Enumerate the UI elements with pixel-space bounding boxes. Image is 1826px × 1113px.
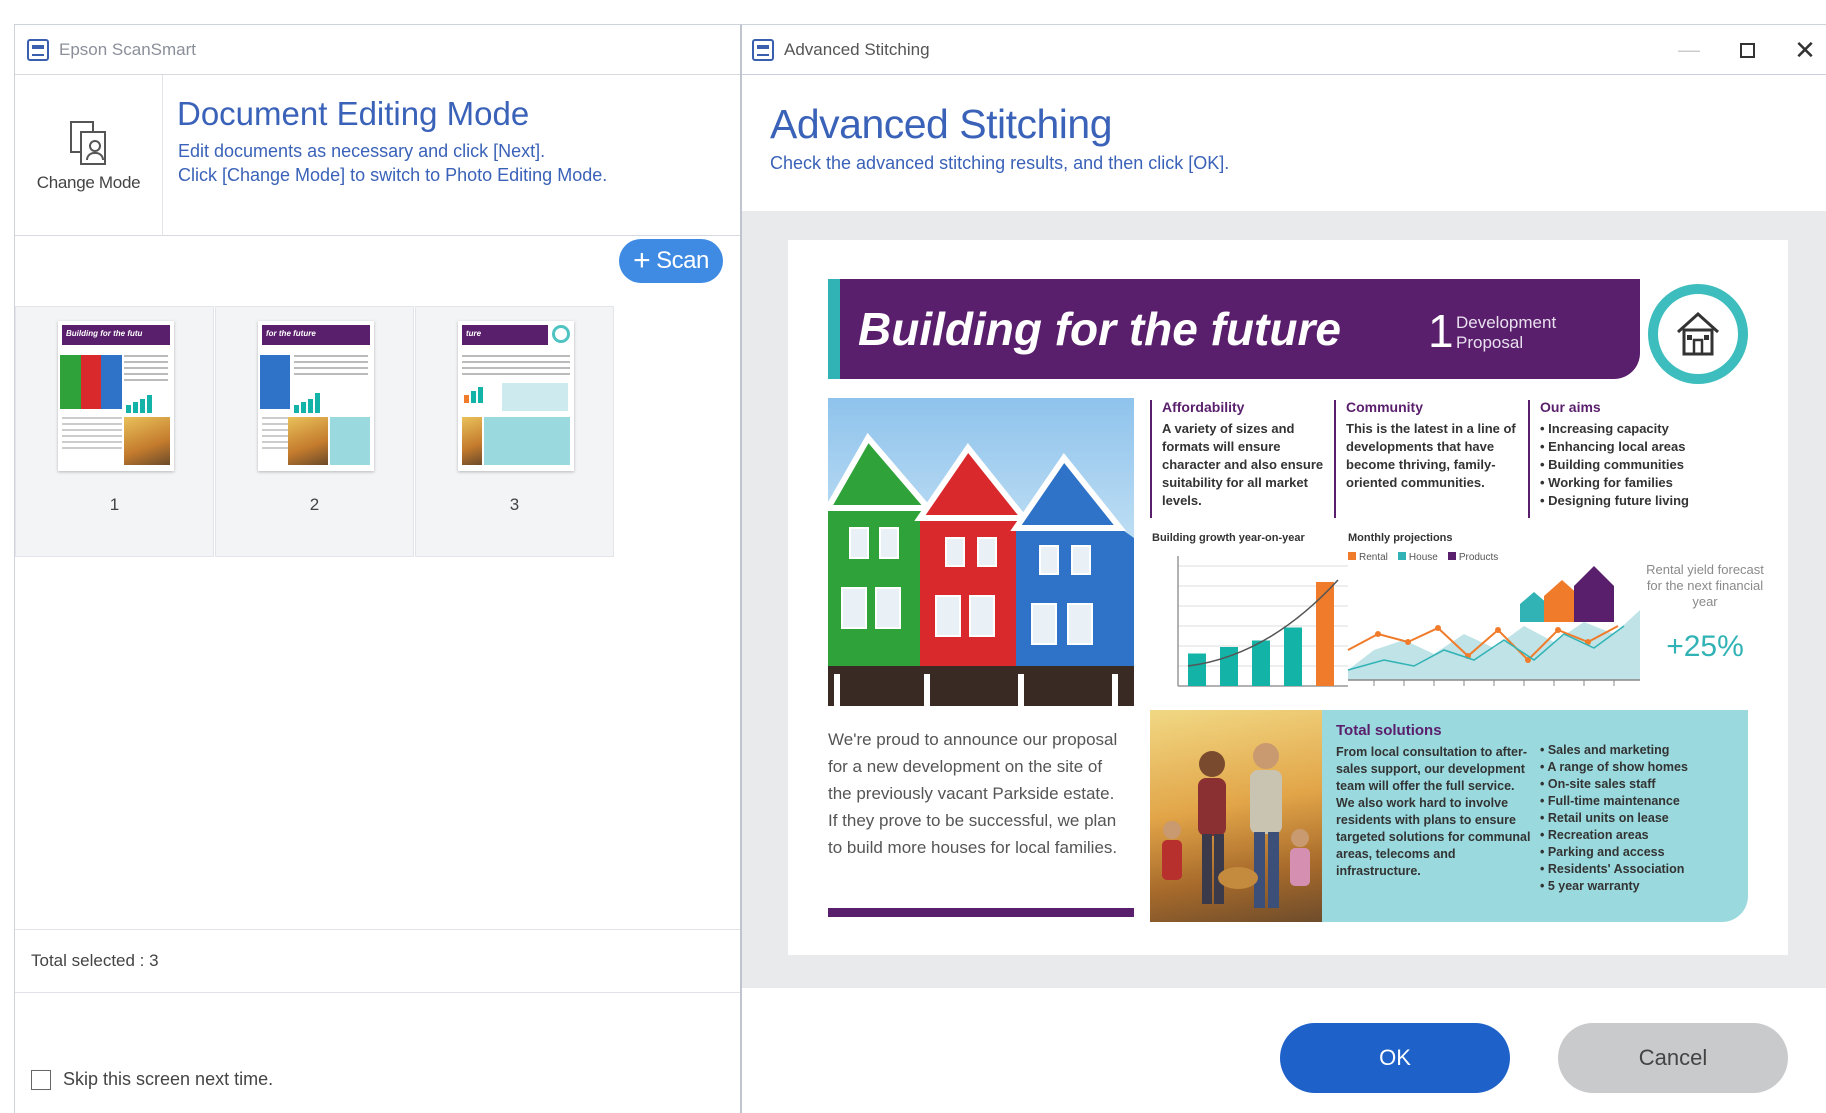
dialog-heading: Advanced Stitching: [770, 101, 1113, 147]
service-item: • Residents' Association: [1540, 862, 1685, 876]
aims-item: • Building communities: [1540, 457, 1684, 472]
scan-button-label: Scan: [656, 247, 709, 274]
total-selected-count: Total selected : 3: [15, 929, 740, 993]
advanced-stitching-dialog: Advanced Stitching — ✕ Advanced Stitchin…: [740, 24, 1826, 1113]
growth-bar: [1284, 627, 1302, 686]
doc-title: Building for the future: [858, 303, 1341, 355]
houses-photo: [828, 398, 1134, 706]
scan-button[interactable]: + Scan: [619, 239, 723, 283]
dialog-footer: OK Cancel: [742, 988, 1826, 1113]
page-thumbnail-1[interactable]: Building for the futu 1: [15, 306, 214, 557]
page-thumbnail-3[interactable]: ture 3: [415, 306, 614, 557]
aims-section: Our aims • Increasing capacity • Enhanci…: [1540, 398, 1740, 510]
family-photo: [1150, 710, 1322, 922]
dialog-title: Advanced Stitching: [784, 39, 930, 59]
skip-screen-option[interactable]: Skip this screen next time.: [31, 1069, 273, 1090]
total-solutions-heading: Total solutions: [1336, 722, 1442, 739]
doc-section-label: Development Proposal: [1456, 313, 1596, 353]
cancel-button[interactable]: Cancel: [1558, 1023, 1788, 1093]
community-section: Community This is the latest in a line o…: [1346, 398, 1522, 492]
thumbnail-number: 1: [109, 495, 120, 514]
aims-item: • Increasing capacity: [1540, 421, 1669, 436]
growth-bar: [1188, 653, 1206, 686]
services-list: • Sales and marketing • A range of show …: [1540, 742, 1740, 895]
mode-description-line1: Edit documents as necessary and click [N…: [178, 141, 546, 161]
dialog-description: Check the advanced stitching results, an…: [770, 153, 1230, 173]
community-text: This is the latest in a line of developm…: [1346, 421, 1516, 490]
total-solutions-text: From local consultation to after-sales s…: [1336, 745, 1531, 878]
affordability-heading: Affordability: [1162, 399, 1245, 415]
thumbnail-preview: Building for the futu: [58, 321, 174, 471]
thumbnail-number: 3: [509, 495, 520, 514]
plus-icon: +: [633, 244, 651, 277]
service-item: • Sales and marketing: [1540, 743, 1670, 757]
maximize-icon: [1739, 42, 1755, 58]
thumbnail-number: 2: [309, 495, 320, 514]
minimize-button[interactable]: —: [1660, 25, 1718, 75]
close-icon: ✕: [1794, 34, 1816, 65]
thumbnail-strip: Building for the futu 1 for the future 2…: [15, 306, 619, 557]
scanner-app-icon: [27, 38, 49, 61]
doc-bottom-rule: [828, 908, 1134, 917]
change-mode-button[interactable]: Change Mode: [15, 75, 163, 236]
page-thumbnail-2[interactable]: for the future 2: [215, 306, 414, 557]
change-mode-label: Change Mode: [36, 172, 141, 192]
screen: Epson ScanSmart Change Mode Document Edi…: [0, 0, 1826, 1113]
affordability-section: Affordability A variety of sizes and for…: [1162, 398, 1330, 510]
house-badge-icon: [1648, 284, 1748, 384]
service-item: • Retail units on lease: [1540, 811, 1669, 825]
scansmart-window: Epson ScanSmart Change Mode Document Edi…: [14, 24, 740, 1113]
skip-screen-checkbox[interactable]: [31, 1069, 51, 1090]
projection-chart: [1347, 566, 1640, 686]
growth-bar: [1220, 647, 1238, 686]
growth-bar: [1252, 640, 1270, 686]
aims-item: • Enhancing local areas: [1540, 439, 1686, 454]
doc-body-text: We're proud to announce our proposal for…: [828, 730, 1118, 857]
stitched-document-preview: Building for the future 1 Development Pr…: [788, 240, 1788, 955]
service-item: • Full-time maintenance: [1540, 794, 1680, 808]
doc-section-label-line1: Development: [1456, 313, 1557, 332]
service-item: • Parking and access: [1540, 845, 1665, 859]
thumbnail-band-text: Building for the futu: [66, 329, 143, 338]
community-heading: Community: [1346, 399, 1423, 415]
service-item: • On-site sales staff: [1540, 777, 1656, 791]
growth-chart: [1177, 556, 1348, 687]
service-item: • A range of show homes: [1540, 760, 1688, 774]
total-solutions-panel: Total solutions From local consultation …: [1322, 710, 1748, 922]
change-mode-icon: [66, 119, 112, 169]
stitch-preview-area: Building for the future 1 Development Pr…: [742, 211, 1826, 988]
scanner-app-icon: [752, 38, 774, 61]
minimize-icon: —: [1678, 37, 1700, 62]
maximize-button[interactable]: [1718, 25, 1776, 75]
thumbnail-band-text: for the future: [266, 329, 316, 338]
forecast-text: Rental yield forecast for the next finan…: [1646, 562, 1764, 609]
doc-section-number: 1: [1428, 305, 1454, 357]
mode-description-line2: Click [Change Mode] to switch to Photo E…: [178, 165, 608, 185]
aims-heading: Our aims: [1540, 399, 1601, 415]
service-item: • 5 year warranty: [1540, 879, 1640, 893]
growth-bar: [1316, 582, 1334, 686]
service-item: • Recreation areas: [1540, 828, 1649, 842]
skip-screen-label: Skip this screen next time.: [63, 1069, 274, 1089]
aims-item: • Designing future living: [1540, 493, 1689, 508]
scansmart-titlebar: Epson ScanSmart: [15, 25, 740, 75]
growth-chart-label: Building growth year-on-year: [1152, 532, 1305, 544]
thumbnail-band-text: ture: [466, 329, 482, 338]
window-title: Epson ScanSmart: [59, 39, 197, 59]
close-button[interactable]: ✕: [1776, 25, 1826, 75]
thumbnail-preview: ture: [458, 321, 574, 471]
mode-title: Document Editing Mode: [177, 95, 530, 132]
aims-item: • Working for families: [1540, 475, 1673, 490]
mode-header: Change Mode Document Editing Mode Edit d…: [15, 75, 740, 236]
doc-section-label-line2: Proposal: [1456, 333, 1524, 352]
forecast-percentage: +25%: [1666, 630, 1744, 663]
affordability-text: A variety of sizes and formats will ensu…: [1162, 421, 1324, 508]
doc-title-accent: [828, 279, 840, 379]
thumbnail-preview: for the future: [258, 321, 374, 471]
ok-button[interactable]: OK: [1280, 1023, 1510, 1093]
